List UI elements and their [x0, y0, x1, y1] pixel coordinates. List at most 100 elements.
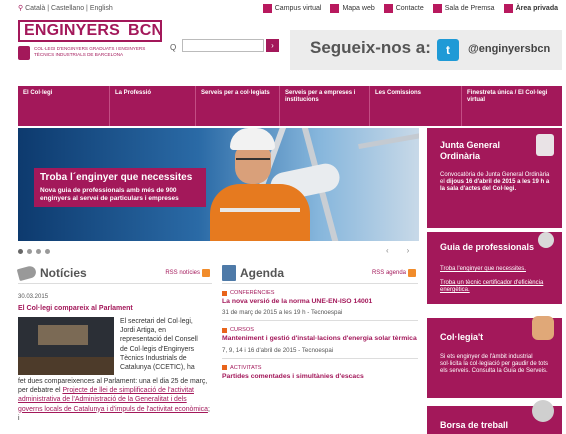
hero-vest	[210, 184, 310, 241]
rss-icon[interactable]	[408, 269, 416, 277]
nav-item-serveis-col-legiats[interactable]: Serveis per a col·legiats	[196, 86, 280, 126]
hero-engineer-image	[200, 128, 343, 241]
agenda-header: Agenda RSS agenda	[222, 262, 418, 284]
hero-face	[235, 146, 271, 184]
sidebar-guia-professionals[interactable]: Guia de professionals Troba l'enginyer q…	[427, 232, 562, 304]
news-photo-table	[18, 357, 114, 375]
search-button[interactable]: ›	[266, 39, 279, 52]
junta-body: Convocatòria de Junta General Ordinària …	[440, 172, 554, 194]
nav-item-professio[interactable]: La Professió	[110, 86, 196, 126]
sitemap-icon	[330, 4, 340, 13]
top-link-contacte-label[interactable]: Contacte	[396, 5, 424, 12]
agenda-item-title[interactable]: Partides comentades i simultànies d'esca…	[222, 373, 418, 381]
top-link-campus-label[interactable]: Campus virtual	[275, 5, 322, 12]
top-link-premsa[interactable]: Sala de Premsa	[432, 4, 495, 13]
bullet-icon	[222, 365, 227, 371]
language-links[interactable]: Català | Castellano | English	[25, 5, 113, 12]
megaphone-icon	[16, 264, 38, 281]
guia-title[interactable]: Guia de professionals	[440, 242, 534, 253]
seal-icon	[536, 134, 554, 156]
press-icon	[432, 4, 442, 13]
search-input[interactable]	[182, 39, 264, 52]
agenda-category: CURSOS	[222, 327, 418, 333]
guia-link-certificador[interactable]: Troba un tècnic certificador d'eficiènci…	[440, 280, 554, 294]
slider-dot[interactable]	[36, 249, 41, 254]
junta-body-bold: dijous 16 d'abril de 2015 a les 19 h a l…	[440, 179, 550, 193]
agenda-category-label[interactable]: ACTIVITATS	[230, 365, 262, 371]
nav-item-serveis-empreses[interactable]: Serveis per a empreses i institucions	[280, 86, 370, 126]
slider-dot[interactable]	[45, 249, 50, 254]
hero-slider[interactable]: Troba l´enginyer que necessites Nova gui…	[18, 128, 419, 241]
agenda-item: CONFERÈNCIES La nova versió de la norma …	[222, 290, 418, 322]
news-column: Notícies RSS notícies 30.03.2015 El Col·…	[16, 262, 212, 423]
bullet-icon	[222, 290, 227, 296]
slider-prev-button[interactable]: ‹	[386, 246, 389, 255]
news-date: 30.03.2015	[18, 294, 49, 300]
agenda-rss-label[interactable]: RSS agenda	[372, 270, 406, 276]
magnifier-icon	[538, 232, 554, 248]
nav-item-col-legi[interactable]: El Col·legi	[18, 86, 110, 126]
agenda-column: Agenda RSS agenda CONFERÈNCIES La nova v…	[222, 262, 418, 381]
hero-title[interactable]: Troba l´enginyer que necessites	[40, 172, 200, 184]
bullet-icon	[222, 327, 227, 333]
agenda-rss-link[interactable]: RSS agenda	[372, 269, 416, 277]
top-link-area-privada-label[interactable]: Àrea privada	[516, 5, 558, 12]
agenda-item-title[interactable]: Manteniment i gestió d'instal·lacions d'…	[222, 335, 418, 343]
top-link-mapa-label[interactable]: Mapa web	[342, 5, 374, 12]
hero-glasses	[236, 158, 270, 164]
logo-word-1: ENGINYERS	[24, 22, 121, 39]
search-icon: Q	[170, 43, 177, 52]
agenda-item-title[interactable]: La nova versió de la norma UNE-EN-ISO 14…	[222, 298, 418, 306]
book-icon	[222, 264, 236, 281]
sidebar-borsa-treball[interactable]: Borsa de treball	[427, 400, 562, 434]
logo-word-2: BCN	[128, 22, 164, 39]
rss-icon[interactable]	[202, 269, 210, 277]
agenda-category: ACTIVITATS	[222, 365, 418, 371]
news-photo[interactable]	[18, 317, 114, 375]
top-link-contacte[interactable]: Contacte	[383, 4, 424, 13]
hero-helmet	[230, 128, 275, 150]
news-rss-label[interactable]: RSS notícies	[165, 270, 200, 276]
main-nav: El Col·legi La Professió Serveis per a c…	[18, 86, 562, 126]
agenda-category-label[interactable]: CURSOS	[230, 327, 254, 333]
slider-dots	[18, 249, 50, 254]
top-link-campus[interactable]: Campus virtual	[262, 4, 322, 13]
sidebar-junta-general[interactable]: Junta General Ordinària Convocatòria de …	[427, 128, 562, 228]
news-rss-link[interactable]: RSS notícies	[165, 269, 210, 277]
hero-description: Nova guia de professionals amb més de 90…	[40, 187, 179, 202]
top-link-mapa[interactable]: Mapa web	[330, 4, 375, 13]
borsa-title[interactable]: Borsa de treball	[440, 420, 508, 431]
slider-dot[interactable]	[18, 249, 23, 254]
slider-dot[interactable]	[27, 249, 32, 254]
news-headline[interactable]: El Col·legi compareix al Parlament	[18, 305, 212, 312]
follow-banner[interactable]: Segueix-nos a: t @enginyersbcn	[290, 30, 562, 70]
junta-title[interactable]: Junta General Ordinària	[440, 140, 530, 162]
location-pin-icon: ⚲	[18, 5, 24, 12]
logo-subtitle-text: COL·LEGI D'ENGINYERS GRADUATS I ENGINYER…	[34, 46, 146, 57]
nav-item-comissions[interactable]: Les Comissions	[370, 86, 462, 126]
nav-item-finestreta[interactable]: Finestreta única / El Col·legi virtual	[462, 86, 562, 126]
twitter-handle[interactable]: @enginyersbcn	[468, 43, 550, 55]
thumbs-up-icon	[532, 316, 554, 340]
top-link-area-privada[interactable]: Àrea privada	[503, 4, 558, 13]
gear-icon	[532, 400, 554, 422]
sidebar-col-legiat[interactable]: Col·legia't Si ets enginyer de l'àmbit i…	[427, 316, 562, 398]
agenda-title: Agenda	[240, 265, 285, 280]
news-body: El secretari del Col·legi, Jordi Artiga,…	[18, 317, 212, 423]
twitter-icon[interactable]: t	[437, 39, 459, 61]
top-link-premsa-label[interactable]: Sala de Premsa	[445, 5, 495, 12]
agenda-category: CONFERÈNCIES	[222, 290, 418, 296]
logo-subtitle: COL·LEGI D'ENGINYERS GRADUATS I ENGINYER…	[18, 46, 162, 60]
hero-caption[interactable]: Troba l´enginyer que necessites Nova gui…	[34, 168, 206, 207]
col-legiat-body: Si ets enginyer de l'àmbit industrial so…	[440, 354, 549, 375]
language-selector[interactable]: ⚲ Català | Castellano | English	[18, 4, 113, 12]
news-title: Notícies	[40, 265, 87, 280]
guia-link-enginyer[interactable]: Troba l'enginyer que necessites.	[440, 266, 554, 273]
top-links: Campus virtual Mapa web Contacte Sala de…	[262, 4, 558, 13]
slider-next-button[interactable]: ›	[407, 246, 410, 255]
col-legiat-title[interactable]: Col·legia't	[440, 332, 483, 343]
campus-icon	[262, 4, 272, 13]
lock-icon	[503, 4, 513, 13]
site-logo[interactable]: ENGINYERS BCN COL·LEGI D'ENGINYERS GRADU…	[18, 20, 164, 60]
agenda-category-label[interactable]: CONFERÈNCIES	[230, 290, 274, 296]
